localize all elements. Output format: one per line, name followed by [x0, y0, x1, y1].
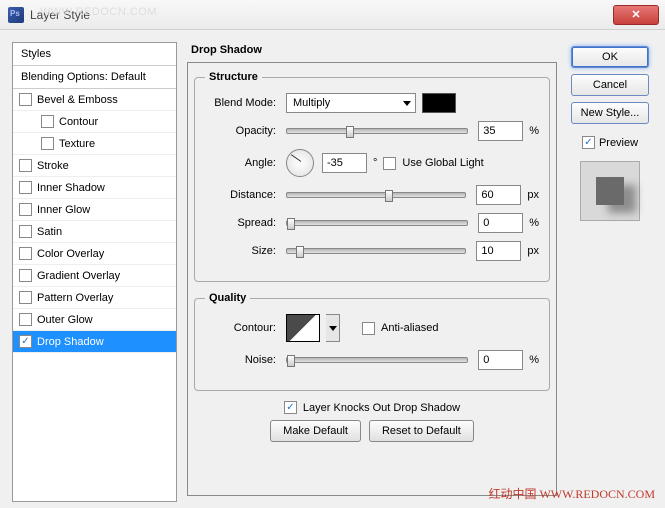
quality-group: Quality Contour: Anti-aliased Noise: 0 % — [194, 292, 550, 391]
preview-label: Preview — [599, 137, 638, 149]
unit-pct: % — [529, 217, 539, 229]
sidebar-item-bevel-emboss[interactable]: Bevel & Emboss — [13, 89, 176, 111]
knockout-checkbox[interactable]: ✓ — [284, 401, 297, 414]
sidebar-item-label: Satin — [37, 226, 62, 238]
checkbox-icon[interactable] — [19, 291, 32, 304]
sidebar-item-stroke[interactable]: Stroke — [13, 155, 176, 177]
settings-panel: Structure Blend Mode: Multiply Opacity: … — [187, 62, 557, 496]
sidebar-item-pattern-overlay[interactable]: Pattern Overlay — [13, 287, 176, 309]
blending-options[interactable]: Blending Options: Default — [13, 66, 176, 89]
unit-deg: ° — [373, 157, 377, 169]
spread-slider[interactable] — [286, 220, 468, 226]
checkbox-icon[interactable] — [19, 181, 32, 194]
new-style-button[interactable]: New Style... — [571, 102, 649, 124]
cancel-button[interactable]: Cancel — [571, 74, 649, 96]
quality-legend: Quality — [205, 292, 250, 304]
checkbox-icon[interactable] — [41, 137, 54, 150]
spread-label: Spread: — [205, 217, 280, 229]
chevron-down-icon — [403, 101, 411, 106]
spread-field[interactable]: 0 — [478, 213, 523, 233]
sidebar-item-satin[interactable]: Satin — [13, 221, 176, 243]
shadow-color-swatch[interactable] — [422, 93, 456, 113]
make-default-button[interactable]: Make Default — [270, 420, 361, 442]
opacity-slider[interactable] — [286, 128, 468, 134]
preview-thumbnail — [580, 161, 640, 221]
styles-sidebar: Styles Blending Options: Default Bevel &… — [12, 42, 177, 502]
sidebar-item-label: Contour — [59, 116, 98, 128]
size-label: Size: — [205, 245, 280, 257]
sidebar-item-label: Inner Glow — [37, 204, 90, 216]
sidebar-item-inner-shadow[interactable]: Inner Shadow — [13, 177, 176, 199]
close-icon: ✕ — [631, 8, 640, 21]
app-icon — [8, 7, 24, 23]
contour-label: Contour: — [205, 322, 280, 334]
anti-aliased-checkbox[interactable] — [362, 322, 375, 335]
sidebar-item-inner-glow[interactable]: Inner Glow — [13, 199, 176, 221]
unit-px: px — [527, 189, 539, 201]
sidebar-item-label: Texture — [59, 138, 95, 150]
angle-label: Angle: — [205, 157, 280, 169]
sidebar-item-label: Stroke — [37, 160, 69, 172]
checkbox-icon[interactable] — [19, 203, 32, 216]
watermark-bottom: 红动中国 WWW.REDOCN.COM — [488, 485, 655, 502]
distance-field[interactable]: 60 — [476, 185, 521, 205]
checkbox-icon[interactable] — [19, 313, 32, 326]
sidebar-item-label: Inner Shadow — [37, 182, 105, 194]
close-button[interactable]: ✕ — [613, 5, 659, 25]
sidebar-item-label: Outer Glow — [37, 314, 93, 326]
anti-aliased-label: Anti-aliased — [381, 322, 438, 334]
contour-picker[interactable] — [326, 314, 340, 342]
blend-mode-select[interactable]: Multiply — [286, 93, 416, 113]
sidebar-item-gradient-overlay[interactable]: Gradient Overlay — [13, 265, 176, 287]
watermark-top: WWW.REDOCN.COM — [40, 6, 157, 18]
sidebar-item-contour[interactable]: Contour — [13, 111, 176, 133]
sidebar-item-label: Color Overlay — [37, 248, 104, 260]
angle-field[interactable]: -35 — [322, 153, 367, 173]
panel-title: Drop Shadow — [187, 42, 557, 62]
checkbox-icon[interactable] — [19, 93, 32, 106]
blend-mode-value: Multiply — [293, 97, 330, 109]
checkbox-icon[interactable] — [19, 225, 32, 238]
unit-pct: % — [529, 125, 539, 137]
checkbox-icon[interactable] — [19, 159, 32, 172]
reset-default-button[interactable]: Reset to Default — [369, 420, 474, 442]
global-light-checkbox[interactable] — [383, 157, 396, 170]
checkbox-icon[interactable] — [19, 269, 32, 282]
opacity-field[interactable]: 35 — [478, 121, 523, 141]
angle-dial[interactable] — [286, 149, 314, 177]
preview-checkbox[interactable]: ✓ — [582, 136, 595, 149]
size-slider[interactable] — [286, 248, 466, 254]
unit-px: px — [527, 245, 539, 257]
opacity-label: Opacity: — [205, 125, 280, 137]
unit-pct: % — [529, 354, 539, 366]
sidebar-item-outer-glow[interactable]: Outer Glow — [13, 309, 176, 331]
noise-field[interactable]: 0 — [478, 350, 523, 370]
sidebar-header[interactable]: Styles — [13, 43, 176, 66]
checkbox-icon[interactable]: ✓ — [19, 335, 32, 348]
contour-preview[interactable] — [286, 314, 320, 342]
sidebar-item-label: Drop Shadow — [37, 336, 104, 348]
blend-mode-label: Blend Mode: — [205, 97, 280, 109]
chevron-down-icon — [329, 326, 337, 331]
global-light-label: Use Global Light — [402, 157, 483, 169]
sidebar-item-color-overlay[interactable]: Color Overlay — [13, 243, 176, 265]
distance-slider[interactable] — [286, 192, 466, 198]
sidebar-item-texture[interactable]: Texture — [13, 133, 176, 155]
structure-group: Structure Blend Mode: Multiply Opacity: … — [194, 71, 550, 282]
knockout-label: Layer Knocks Out Drop Shadow — [303, 402, 460, 414]
noise-label: Noise: — [205, 354, 280, 366]
sidebar-item-label: Pattern Overlay — [37, 292, 113, 304]
sidebar-item-label: Bevel & Emboss — [37, 94, 118, 106]
sidebar-item-label: Gradient Overlay — [37, 270, 120, 282]
checkbox-icon[interactable] — [19, 247, 32, 260]
checkbox-icon[interactable] — [41, 115, 54, 128]
distance-label: Distance: — [205, 189, 280, 201]
structure-legend: Structure — [205, 71, 262, 83]
noise-slider[interactable] — [286, 357, 468, 363]
sidebar-item-drop-shadow[interactable]: ✓ Drop Shadow — [13, 331, 176, 353]
size-field[interactable]: 10 — [476, 241, 521, 261]
ok-button[interactable]: OK — [571, 46, 649, 68]
